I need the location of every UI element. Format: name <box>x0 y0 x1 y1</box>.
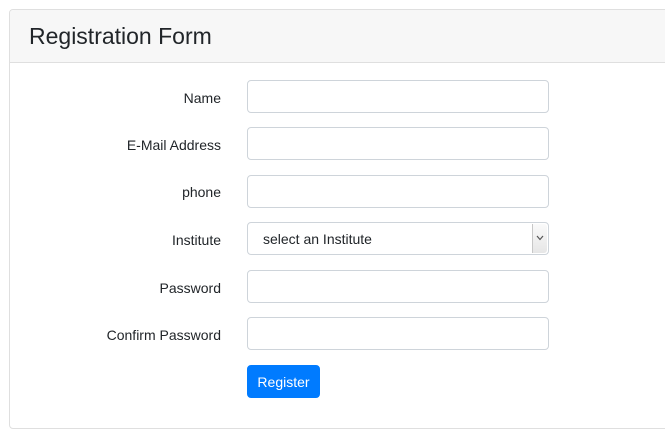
phone-label: phone <box>182 184 221 200</box>
registration-card: Registration Form Name E-Mail Address ph… <box>9 9 665 429</box>
confirm-password-input[interactable] <box>247 317 549 350</box>
password-input[interactable] <box>247 270 549 303</box>
confirm-password-label: Confirm Password <box>106 327 221 343</box>
form-title: Registration Form <box>29 23 212 49</box>
phone-input[interactable] <box>247 175 549 208</box>
email-input[interactable] <box>247 127 549 160</box>
register-button[interactable]: Register <box>247 365 320 398</box>
password-label: Password <box>159 280 221 296</box>
select-dropdown-button[interactable] <box>532 224 547 253</box>
email-label: E-Mail Address <box>126 137 221 153</box>
institute-selected-value: select an Institute <box>263 231 372 247</box>
chevron-down-icon <box>536 235 544 241</box>
name-label: Name <box>183 90 221 106</box>
name-input[interactable] <box>247 80 549 113</box>
institute-label: Institute <box>171 232 221 248</box>
institute-select[interactable]: select an Institute <box>247 222 549 255</box>
